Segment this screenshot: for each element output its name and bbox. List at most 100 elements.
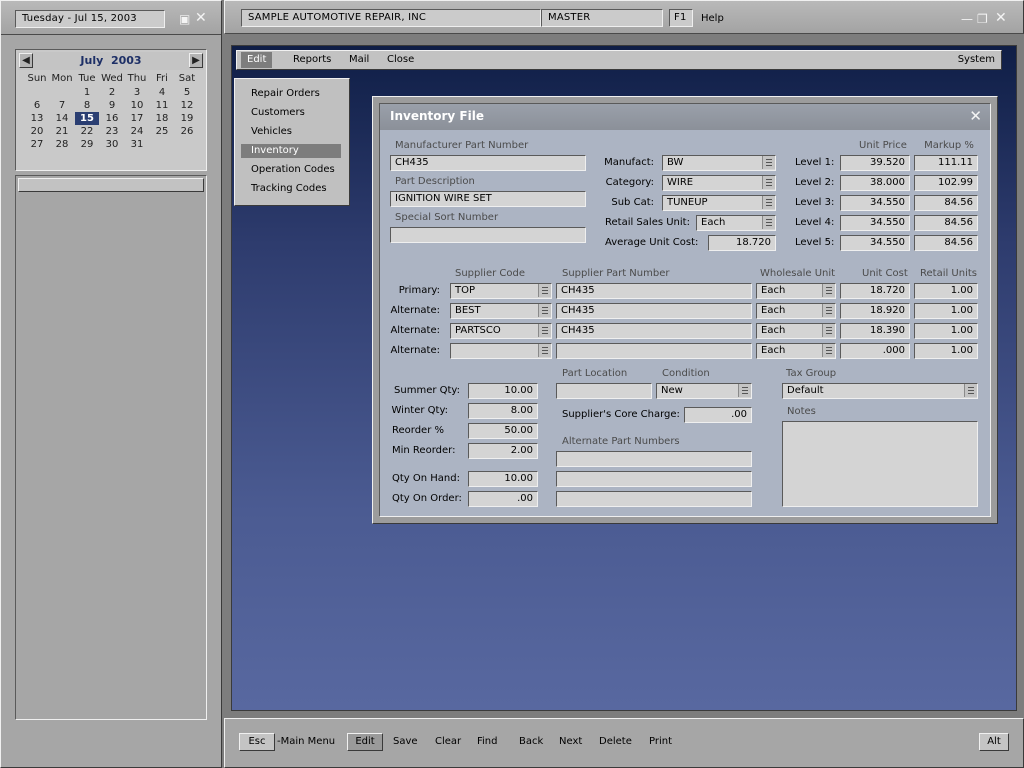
level-markup[interactable]: 102.99	[914, 175, 978, 191]
core-charge-field[interactable]: .00	[684, 407, 752, 423]
help-key[interactable]: F1	[669, 9, 693, 27]
level-unit-price[interactable]: 34.550	[840, 195, 910, 211]
summer-qty-field[interactable]: 10.00	[468, 383, 538, 399]
supplier-part-number-field[interactable]: CH435	[556, 283, 752, 299]
calendar-day[interactable]: 29	[75, 138, 99, 151]
calendar-day[interactable]: 8	[75, 99, 99, 112]
level-markup[interactable]: 84.56	[914, 195, 978, 211]
condition-dropdown-icon[interactable]	[738, 384, 751, 397]
avg-unit-cost-field[interactable]: 18.720	[708, 235, 776, 251]
calendar-day[interactable]: 6	[25, 99, 49, 112]
calendar-day[interactable]: 10	[125, 99, 149, 112]
calendar-day[interactable]: 19	[175, 112, 199, 125]
supplier-code-dropdown-icon[interactable]	[538, 284, 551, 297]
category-dropdown-icon[interactable]	[762, 176, 775, 189]
supplier-code-field[interactable]	[450, 343, 552, 359]
action-next[interactable]: Next	[559, 733, 582, 751]
supplier-unit-cost-field[interactable]: 18.720	[840, 283, 910, 299]
esc-button[interactable]: Esc	[239, 733, 275, 751]
calendar-day[interactable]: 30	[100, 138, 124, 151]
manufact-field[interactable]: BW	[662, 155, 776, 171]
calendar-day[interactable]: 16	[100, 112, 124, 125]
calendar-day[interactable]: 2	[100, 86, 124, 99]
menu-edit[interactable]: Edit	[241, 52, 273, 68]
calendar-day[interactable]: 13	[25, 112, 49, 125]
calendar-day[interactable]: 17	[125, 112, 149, 125]
part-description-field[interactable]: IGNITION WIRE SET	[390, 191, 586, 207]
wholesale-unit-dropdown-icon[interactable]	[822, 304, 835, 317]
supplier-code-field[interactable]: BEST	[450, 303, 552, 319]
supplier-retail-units-field[interactable]: 1.00	[914, 283, 978, 299]
menu-close[interactable]: Close	[381, 52, 420, 68]
action-print[interactable]: Print	[649, 733, 672, 751]
calendar-day[interactable]: 5	[175, 86, 199, 99]
supplier-part-number-field[interactable]	[556, 343, 752, 359]
calendar-day[interactable]: 23	[100, 125, 124, 138]
calendar-day[interactable]: 14	[50, 112, 74, 125]
wholesale-unit-dropdown-icon[interactable]	[822, 324, 835, 337]
special-sort-field[interactable]	[390, 227, 586, 243]
category-field[interactable]: WIRE	[662, 175, 776, 191]
calendar-day[interactable]: 21	[50, 125, 74, 138]
level-markup[interactable]: 111.11	[914, 155, 978, 171]
level-unit-price[interactable]: 38.000	[840, 175, 910, 191]
supplier-part-number-field[interactable]: CH435	[556, 323, 752, 339]
close-icon[interactable]: ✕	[195, 11, 207, 25]
min-reorder-field[interactable]: 2.00	[468, 443, 538, 459]
alt-button[interactable]: Alt	[979, 733, 1009, 751]
alt-part-number-field[interactable]	[556, 471, 752, 487]
action-delete[interactable]: Delete	[599, 733, 632, 751]
calendar-day[interactable]: 26	[175, 125, 199, 138]
supplier-code-field[interactable]: PARTSCO	[450, 323, 552, 339]
alt-part-number-field[interactable]	[556, 491, 752, 507]
side-menu-repair-orders[interactable]: Repair Orders	[241, 87, 341, 101]
sub-cat-field[interactable]: TUNEUP	[662, 195, 776, 211]
supplier-code-field[interactable]: TOP	[450, 283, 552, 299]
minimize-icon[interactable]: —	[961, 13, 973, 25]
retail-sales-unit-dropdown-icon[interactable]	[762, 216, 775, 229]
level-markup[interactable]: 84.56	[914, 215, 978, 231]
wholesale-unit-dropdown-icon[interactable]	[822, 344, 835, 357]
close-icon[interactable]: ✕	[995, 11, 1007, 25]
manufact-dropdown-icon[interactable]	[762, 156, 775, 169]
supplier-retail-units-field[interactable]: 1.00	[914, 343, 978, 359]
restore-icon[interactable]: ❐	[977, 13, 988, 25]
action-save[interactable]: Save	[393, 733, 418, 751]
edit-button[interactable]: Edit	[347, 733, 383, 751]
wholesale-unit-dropdown-icon[interactable]	[822, 284, 835, 297]
supplier-code-dropdown-icon[interactable]	[538, 324, 551, 337]
calendar-day[interactable]: 25	[150, 125, 174, 138]
restore-icon[interactable]: ▣	[179, 13, 190, 25]
menu-system[interactable]: System	[958, 52, 995, 68]
calendar-day[interactable]: 12	[175, 99, 199, 112]
action-find[interactable]: Find	[477, 733, 498, 751]
supplier-retail-units-field[interactable]: 1.00	[914, 323, 978, 339]
calendar-day[interactable]: 24	[125, 125, 149, 138]
action-back[interactable]: Back	[519, 733, 543, 751]
side-menu-operation-codes[interactable]: Operation Codes	[241, 163, 341, 177]
calendar-day[interactable]: 11	[150, 99, 174, 112]
prev-month-button[interactable]: ◀	[19, 53, 33, 68]
calendar-day[interactable]: 4	[150, 86, 174, 99]
supplier-code-dropdown-icon[interactable]	[538, 344, 551, 357]
menu-reports[interactable]: Reports	[287, 52, 337, 68]
calendar-day[interactable]: 20	[25, 125, 49, 138]
next-month-button[interactable]: ▶	[189, 53, 203, 68]
qty-on-order-field[interactable]: .00	[468, 491, 538, 507]
tax-group-field[interactable]: Default	[782, 383, 978, 399]
supplier-unit-cost-field[interactable]: 18.920	[840, 303, 910, 319]
calendar-day[interactable]: 28	[50, 138, 74, 151]
mfr-part-number-field[interactable]: CH435	[390, 155, 586, 171]
tax-group-dropdown-icon[interactable]	[964, 384, 977, 397]
level-unit-price[interactable]: 39.520	[840, 155, 910, 171]
calendar-day[interactable]: 22	[75, 125, 99, 138]
sub-cat-dropdown-icon[interactable]	[762, 196, 775, 209]
calendar-day[interactable]: 9	[100, 99, 124, 112]
action-clear[interactable]: Clear	[435, 733, 461, 751]
supplier-retail-units-field[interactable]: 1.00	[914, 303, 978, 319]
calendar-day[interactable]: 3	[125, 86, 149, 99]
calendar-day[interactable]: 7	[50, 99, 74, 112]
calendar-day[interactable]: 1	[75, 86, 99, 99]
alt-part-number-field[interactable]	[556, 451, 752, 467]
reorder-pct-field[interactable]: 50.00	[468, 423, 538, 439]
